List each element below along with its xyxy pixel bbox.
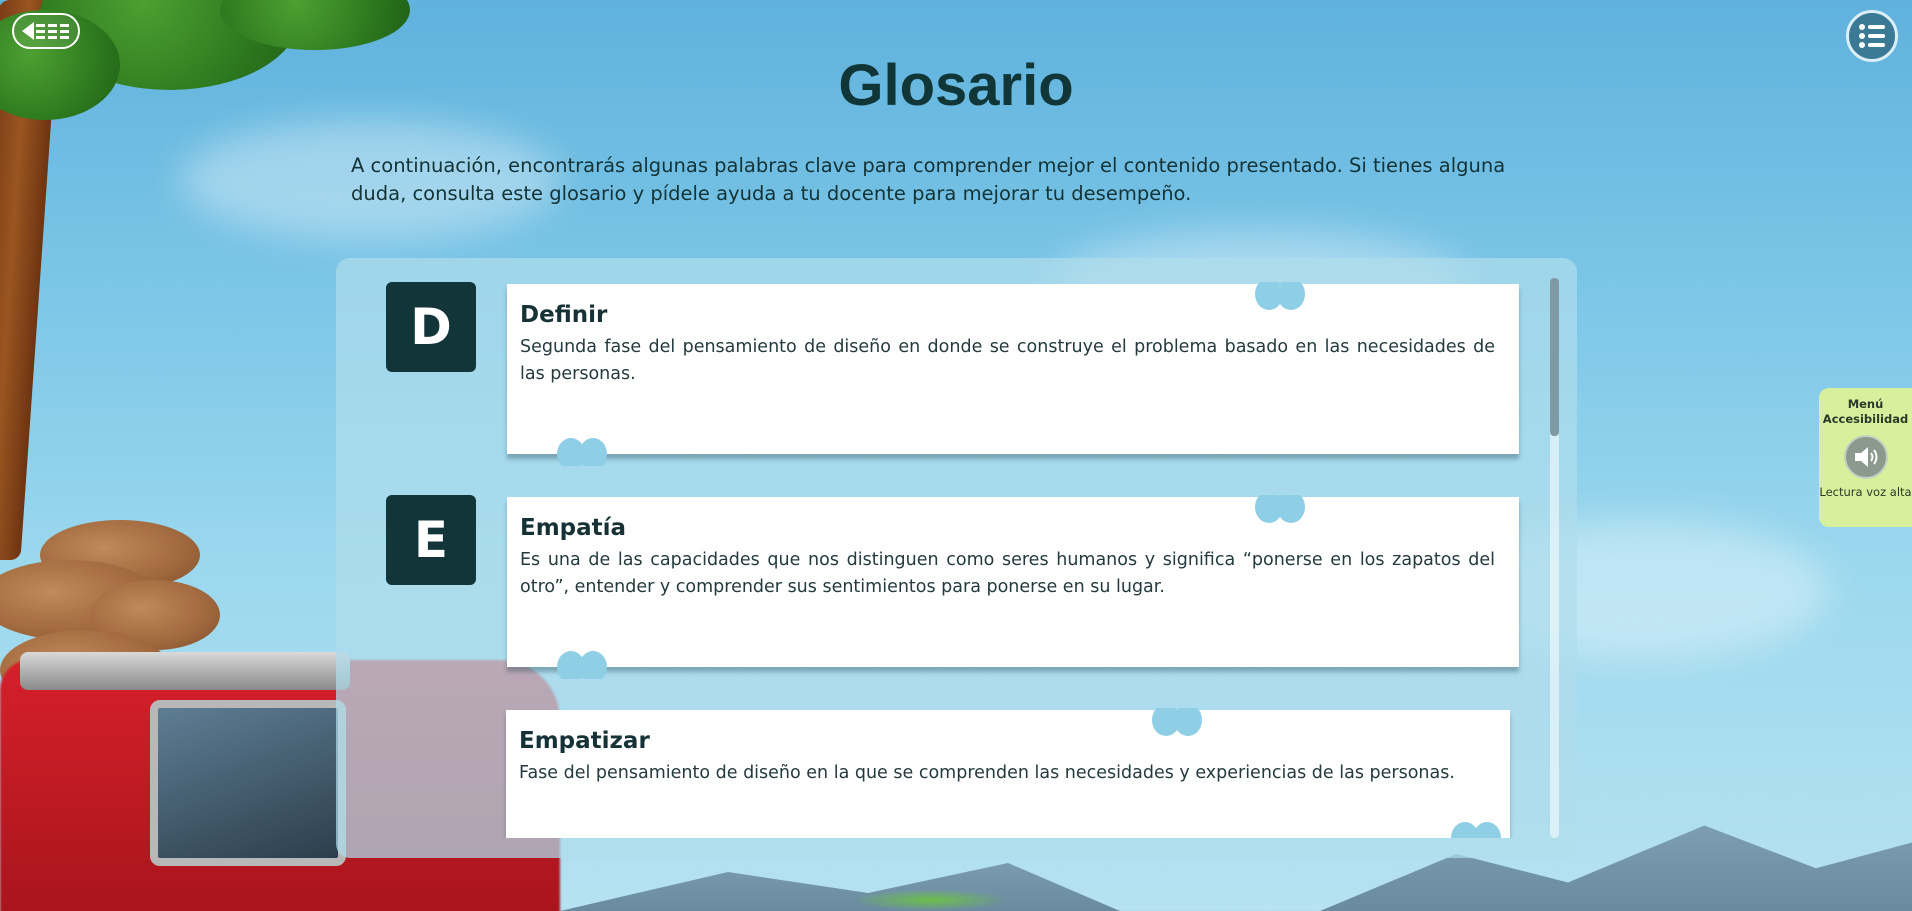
grass xyxy=(850,889,1010,911)
speaker-icon xyxy=(1854,447,1877,467)
glossary-card-definir: Definir Segunda fase del pensamiento de … xyxy=(507,282,1519,466)
list-menu-icon xyxy=(1859,24,1885,48)
glossary-panel[interactable]: D Definir Segunda fase del pensamiento d… xyxy=(336,258,1577,858)
accessibility-menu: Menú Accesibilidad Lectura voz alta xyxy=(1819,388,1912,527)
scrollbar-thumb[interactable] xyxy=(1550,278,1559,436)
letter-badge-e: E xyxy=(386,495,476,585)
jeep-window xyxy=(150,700,346,866)
read-aloud-label: Lectura voz alta xyxy=(1819,485,1912,499)
glossary-list: D Definir Segunda fase del pensamiento d… xyxy=(336,258,1549,838)
paw-decoration xyxy=(1255,495,1305,523)
glossary-card-empatia: Empatía Es una de las capacidades que no… xyxy=(507,495,1519,679)
glossary-term: Empatía xyxy=(520,515,627,541)
glossary-term: Empatizar xyxy=(519,728,650,754)
glossary-term: Definir xyxy=(520,302,608,328)
paw-decoration xyxy=(557,438,607,466)
jeep-roof xyxy=(20,652,350,690)
glossary-definition: Es una de las capacidades que nos distin… xyxy=(520,550,1495,597)
glossary-card-empatizar: Empatizar Fase del pensamiento de diseño… xyxy=(506,708,1510,838)
paw-decoration xyxy=(1152,708,1202,736)
arrow-left-dashed-icon xyxy=(22,22,69,40)
glossary-definition: Segunda fase del pensamiento de diseño e… xyxy=(520,337,1495,384)
paw-decoration xyxy=(557,651,607,679)
glossary-definition: Fase del pensamiento de diseño en la que… xyxy=(519,763,1455,783)
paw-decoration xyxy=(1255,282,1305,310)
read-aloud-button[interactable] xyxy=(1843,435,1888,479)
accessibility-menu-title: Menú Accesibilidad xyxy=(1822,397,1909,426)
page-title: Glosario xyxy=(838,53,1074,118)
intro-text: A continuación, encontrarás algunas pala… xyxy=(351,154,1506,205)
glossary-scrollbar[interactable] xyxy=(1550,278,1559,838)
paw-decoration xyxy=(1451,822,1501,838)
back-button[interactable] xyxy=(12,13,80,49)
letter-badge-d: D xyxy=(386,282,476,372)
mountains xyxy=(560,863,1120,911)
